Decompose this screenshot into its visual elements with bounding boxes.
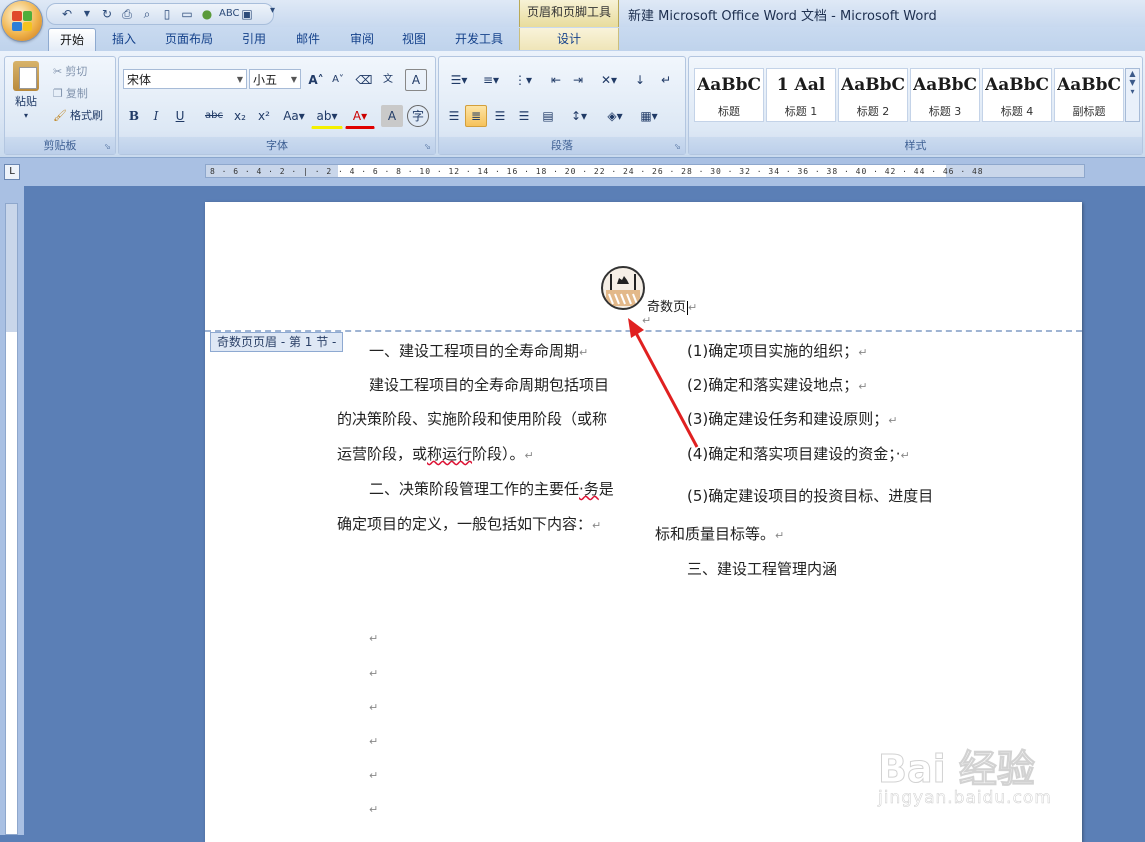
watermark-brand: Bai 经验 <box>878 747 1036 792</box>
office-logo-icon <box>12 11 32 31</box>
annotation-arrow <box>628 318 699 448</box>
watermark-url: jingyan.baidu.com <box>878 788 1052 809</box>
office-button[interactable] <box>2 1 42 41</box>
